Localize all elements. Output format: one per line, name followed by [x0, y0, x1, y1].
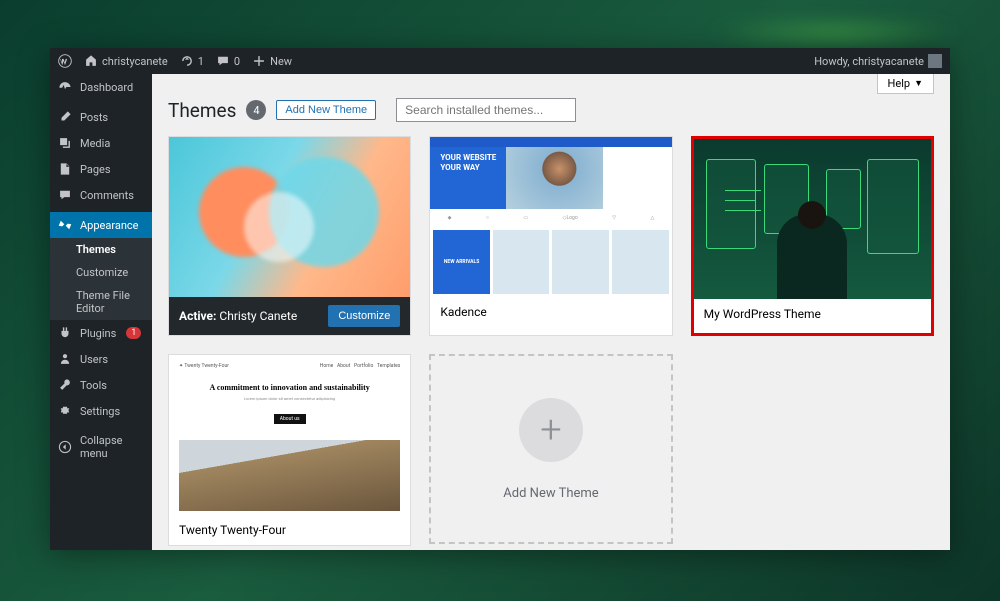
theme-screenshot: [169, 137, 410, 297]
admin-bar: christycanete 1 0 New Howdy, christyacan…: [50, 48, 950, 74]
menu-posts[interactable]: Posts: [50, 104, 152, 130]
plugins-update-badge: 1: [126, 327, 141, 339]
theme-card-active[interactable]: Active: Christy Canete Customize: [168, 136, 411, 336]
theme-card-kadence[interactable]: YOUR WEBSITE YOUR WAY ◆○▭◇Logo▽△ NEW ARR…: [429, 136, 672, 336]
menu-appearance[interactable]: Appearance: [50, 212, 152, 238]
theme-screenshot: ✦ Twenty Twenty-FourHome About Portfolio…: [169, 355, 410, 515]
theme-name: My WordPress Theme: [704, 307, 821, 321]
submenu-appearance: Themes Customize Theme File Editor: [50, 238, 152, 320]
site-name: christycanete: [102, 55, 168, 68]
help-tab[interactable]: Help ▼: [877, 74, 934, 94]
plus-icon: +: [519, 398, 583, 462]
content-area: Help ▼ Themes 4 Add New Theme Active:: [152, 74, 950, 550]
add-new-theme-button[interactable]: Add New Theme: [276, 100, 376, 120]
menu-settings[interactable]: Settings: [50, 398, 152, 424]
new-label: New: [270, 55, 292, 68]
theme-count-badge: 4: [246, 100, 266, 120]
submenu-customize[interactable]: Customize: [50, 261, 152, 284]
theme-card-mytheme[interactable]: My WordPress Theme: [691, 136, 934, 336]
theme-name: Kadence: [440, 305, 486, 319]
menu-tools[interactable]: Tools: [50, 372, 152, 398]
theme-screenshot: YOUR WEBSITE YOUR WAY ◆○▭◇Logo▽△ NEW ARR…: [430, 137, 671, 297]
updates-count: 1: [198, 55, 204, 68]
updates-link[interactable]: 1: [180, 54, 204, 68]
avatar: [928, 54, 942, 68]
admin-sidebar: Dashboard Posts Media Pages Comments: [50, 74, 152, 550]
theme-screenshot: [694, 139, 931, 299]
comments-count: 0: [234, 55, 240, 68]
comments-link[interactable]: 0: [216, 54, 240, 68]
site-link[interactable]: christycanete: [84, 54, 168, 68]
new-content-link[interactable]: New: [252, 54, 292, 68]
submenu-themes[interactable]: Themes: [50, 238, 152, 261]
wp-logo-icon[interactable]: [58, 54, 72, 68]
account-link[interactable]: Howdy, christyacanete: [814, 54, 942, 68]
submenu-theme-file-editor[interactable]: Theme File Editor: [50, 284, 152, 320]
theme-name: Active: Christy Canete: [179, 309, 297, 323]
chevron-down-icon: ▼: [914, 78, 923, 89]
menu-dashboard[interactable]: Dashboard: [50, 74, 152, 100]
theme-name: Twenty Twenty-Four: [179, 523, 286, 537]
theme-card-twentyfour[interactable]: ✦ Twenty Twenty-FourHome About Portfolio…: [168, 354, 411, 546]
customize-button[interactable]: Customize: [328, 305, 400, 327]
greeting: Howdy, christyacanete: [814, 55, 924, 68]
menu-users[interactable]: Users: [50, 346, 152, 372]
menu-pages[interactable]: Pages: [50, 156, 152, 182]
add-theme-card[interactable]: + Add New Theme: [429, 354, 672, 544]
add-theme-label: Add New Theme: [503, 486, 598, 501]
collapse-menu[interactable]: Collapse menu: [50, 428, 152, 466]
search-input[interactable]: [396, 98, 576, 122]
menu-comments[interactable]: Comments: [50, 182, 152, 208]
menu-media[interactable]: Media: [50, 130, 152, 156]
menu-plugins[interactable]: Plugins 1: [50, 320, 152, 346]
page-title: Themes: [168, 99, 236, 122]
